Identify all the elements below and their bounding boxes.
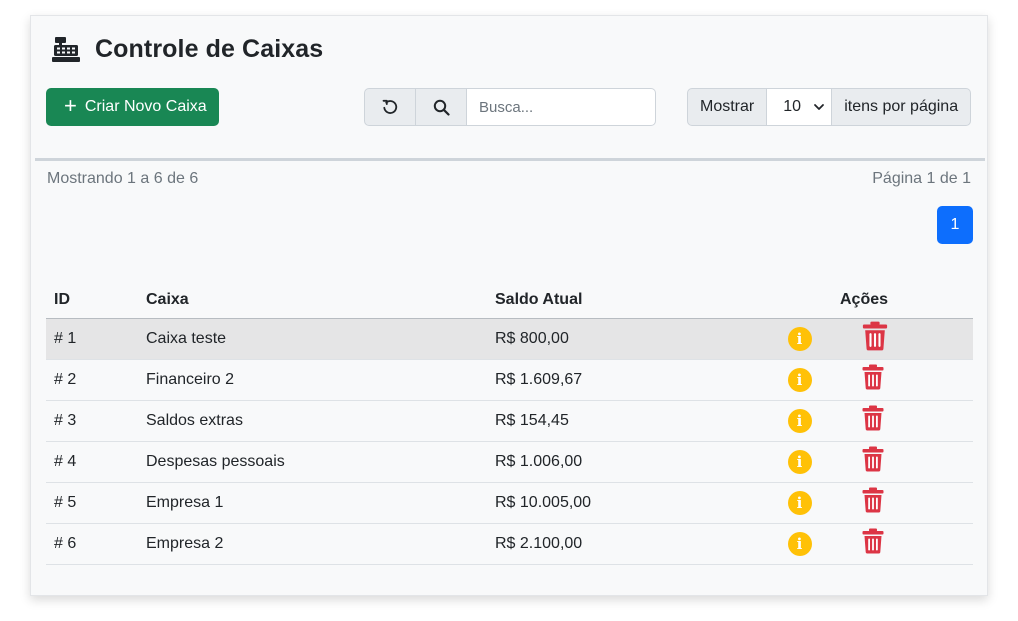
info-icon[interactable]: i — [787, 449, 812, 474]
chevron-down-icon — [814, 104, 825, 110]
cell-name: Financeiro 2 — [138, 359, 487, 401]
table-row[interactable]: # 5 Empresa 1 R$ 10.005,00 i — [46, 482, 973, 524]
search-input[interactable] — [467, 88, 656, 126]
cell-name: Empresa 1 — [138, 482, 487, 524]
cell-info: i — [767, 400, 832, 442]
plus-icon: + — [64, 93, 77, 118]
cell-id: # 3 — [46, 400, 138, 442]
page-size-select[interactable]: 10 — [767, 88, 833, 126]
trash-icon[interactable] — [862, 487, 884, 518]
page-indicator: Página 1 de 1 — [872, 170, 971, 187]
table-row[interactable]: # 2 Financeiro 2 R$ 1.609,67 i — [46, 359, 973, 401]
cell-delete — [832, 318, 973, 360]
cell-info: i — [767, 482, 832, 524]
showing-count: Mostrando 1 a 6 de 6 — [47, 170, 199, 187]
page-title: Controle de Caixas — [95, 34, 324, 63]
page-size-group: Mostrar 10 itens por página — [687, 88, 972, 126]
table-header-row: ID Caixa Saldo Atual Ações — [46, 282, 973, 319]
refresh-icon — [382, 99, 398, 114]
cell-name: Empresa 2 — [138, 523, 487, 565]
refresh-button[interactable] — [364, 88, 416, 126]
cell-id: # 5 — [46, 482, 138, 524]
cell-saldo: R$ 800,00 — [487, 318, 767, 360]
table-row[interactable]: # 3 Saldos extras R$ 154,45 i — [46, 400, 973, 442]
table-row[interactable]: # 6 Empresa 2 R$ 2.100,00 i — [46, 523, 973, 565]
cell-saldo: R$ 2.100,00 — [487, 523, 767, 565]
header-saldo[interactable]: Saldo Atual — [487, 282, 767, 319]
table-row[interactable]: # 1 Caixa teste R$ 800,00 i — [46, 318, 973, 360]
trash-icon[interactable] — [862, 405, 884, 436]
cell-info: i — [767, 441, 832, 483]
info-icon[interactable]: i — [787, 326, 812, 351]
trash-icon[interactable] — [862, 321, 888, 356]
cell-saldo: R$ 10.005,00 — [487, 482, 767, 524]
cell-name: Despesas pessoais — [138, 441, 487, 483]
cell-id: # 6 — [46, 523, 138, 565]
cash-table: ID Caixa Saldo Atual Ações # 1 Caixa tes… — [46, 282, 973, 565]
cell-info: i — [767, 318, 832, 360]
cell-info: i — [767, 523, 832, 565]
cell-id: # 4 — [46, 441, 138, 483]
cell-delete — [832, 441, 973, 483]
cell-saldo: R$ 1.609,67 — [487, 359, 767, 401]
page-size-value: 10 — [783, 98, 802, 115]
cell-info: i — [767, 359, 832, 401]
header-id[interactable]: ID — [46, 282, 138, 319]
info-icon[interactable]: i — [787, 408, 812, 433]
cell-saldo: R$ 154,45 — [487, 400, 767, 442]
per-page-label: itens por página — [832, 88, 972, 126]
divider — [35, 158, 985, 161]
cell-delete — [832, 523, 973, 565]
cell-delete — [832, 482, 973, 524]
cell-id: # 2 — [46, 359, 138, 401]
header-spacer — [767, 282, 832, 319]
cell-name: Caixa teste — [138, 318, 487, 360]
info-icon[interactable]: i — [787, 490, 812, 515]
page-header: Controle de Caixas — [51, 34, 323, 64]
create-cash-label: Criar Novo Caixa — [84, 98, 207, 115]
table-row[interactable]: # 4 Despesas pessoais R$ 1.006,00 i — [46, 441, 973, 483]
cell-saldo: R$ 1.006,00 — [487, 441, 767, 483]
cell-id: # 1 — [46, 318, 138, 360]
cash-control-card: Controle de Caixas + Criar Novo Caixa Mo… — [30, 15, 988, 596]
cell-delete — [832, 400, 973, 442]
header-actions: Ações — [832, 282, 973, 319]
trash-icon[interactable] — [862, 364, 884, 395]
header-name[interactable]: Caixa — [138, 282, 487, 319]
info-icon[interactable]: i — [787, 531, 812, 556]
trash-icon[interactable] — [862, 446, 884, 477]
create-cash-button[interactable]: + Criar Novo Caixa — [46, 88, 219, 126]
show-label: Mostrar — [687, 88, 768, 126]
cell-name: Saldos extras — [138, 400, 487, 442]
search-icon — [433, 99, 450, 116]
page-button-1[interactable]: 1 — [937, 206, 973, 244]
search-group — [364, 88, 656, 126]
cell-delete — [832, 359, 973, 401]
trash-icon[interactable] — [862, 528, 884, 559]
search-button[interactable] — [416, 88, 467, 126]
info-icon[interactable]: i — [787, 367, 812, 392]
cash-register-icon — [51, 34, 81, 64]
